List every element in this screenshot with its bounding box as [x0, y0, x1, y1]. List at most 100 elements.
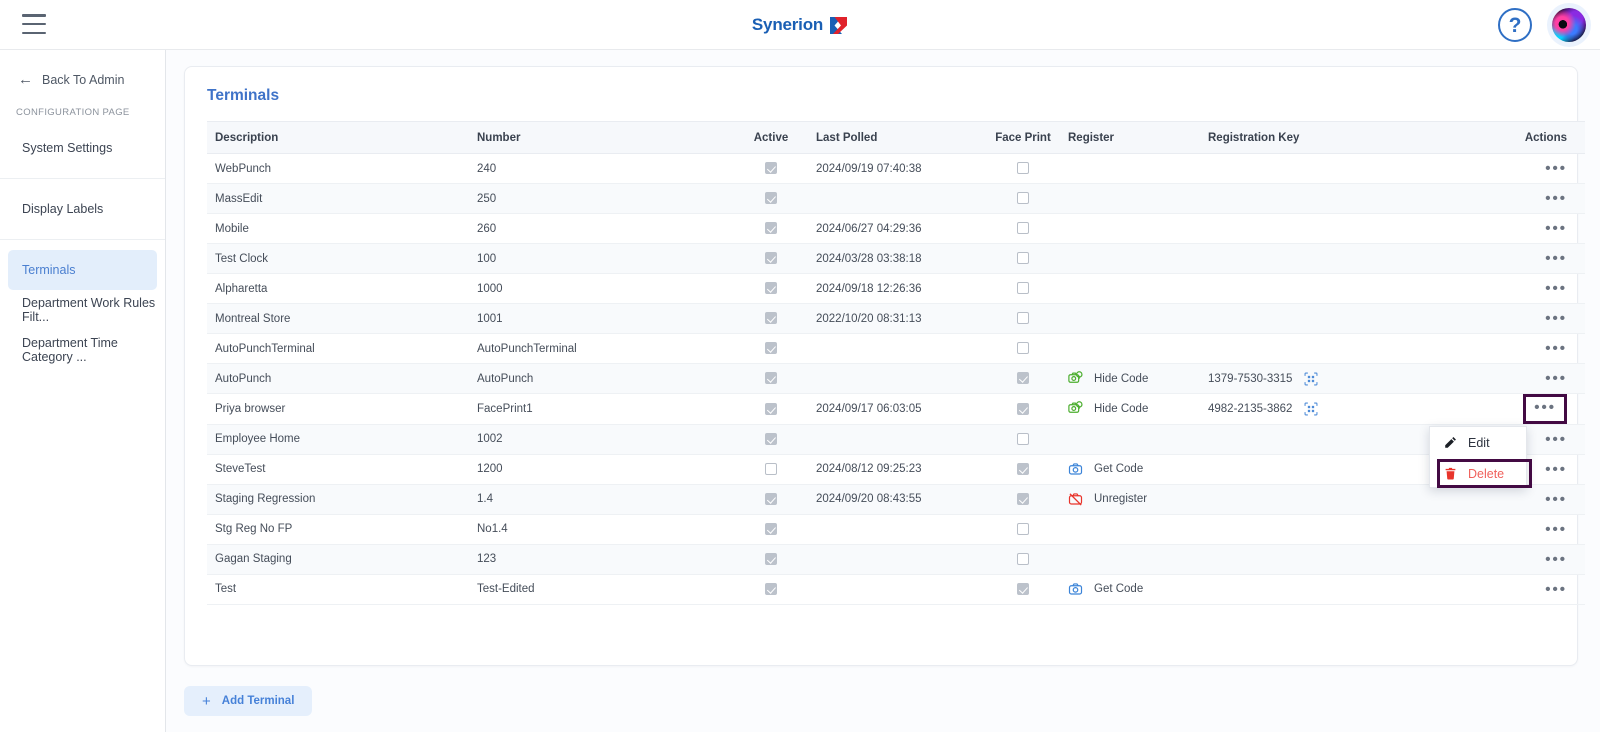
- row-actions-button[interactable]: •••: [1545, 522, 1567, 537]
- face-print-checkbox[interactable]: [1017, 522, 1029, 535]
- camera-blue-icon[interactable]: [1068, 582, 1083, 597]
- table-row[interactable]: Priya browser FacePrint1 2024/09/17 06:03:…: [207, 393, 1585, 425]
- face-print-checkbox[interactable]: [1017, 312, 1029, 325]
- sidebar-item-system-settings[interactable]: System Settings: [0, 128, 165, 168]
- active-checkbox[interactable]: [765, 222, 777, 235]
- cell-registration-key: [1200, 424, 1415, 455]
- active-checkbox[interactable]: [765, 492, 777, 505]
- active-checkbox[interactable]: [765, 552, 777, 565]
- back-to-admin-link[interactable]: ← Back To Admin: [0, 50, 165, 87]
- row-actions-menu[interactable]: Edit Delete: [1429, 426, 1527, 488]
- sidebar-item-terminals[interactable]: Terminals: [8, 250, 157, 290]
- active-checkbox[interactable]: [765, 192, 777, 205]
- menu-item-edit[interactable]: Edit: [1430, 427, 1526, 458]
- face-print-checkbox[interactable]: [1017, 252, 1029, 265]
- active-checkbox[interactable]: [765, 402, 777, 415]
- table-row[interactable]: AutoPunch AutoPunch Hide Code 1379-7530-331…: [207, 363, 1585, 394]
- table-row[interactable]: Mobile 260 2024/06/27 04:29:36 •••: [207, 213, 1585, 244]
- cell-registration-key: [1200, 514, 1415, 545]
- help-icon[interactable]: ?: [1498, 8, 1532, 42]
- face-print-checkbox[interactable]: [1017, 462, 1029, 475]
- face-print-checkbox[interactable]: [1017, 582, 1029, 595]
- row-actions-button[interactable]: •••: [1545, 552, 1567, 567]
- face-print-checkbox[interactable]: [1017, 222, 1029, 235]
- row-actions-button[interactable]: •••: [1545, 462, 1567, 477]
- sidebar-item-display-labels[interactable]: Display Labels: [0, 189, 165, 229]
- row-actions-button[interactable]: •••: [1545, 161, 1567, 176]
- table-row[interactable]: WebPunch 240 2024/09/19 07:40:38 •••: [207, 153, 1585, 184]
- qr-code-icon[interactable]: [1304, 372, 1318, 386]
- face-print-checkbox[interactable]: [1017, 342, 1029, 355]
- active-checkbox[interactable]: [765, 432, 777, 445]
- active-checkbox[interactable]: [765, 312, 777, 325]
- register-label[interactable]: Unregister: [1094, 493, 1147, 505]
- add-terminal-button[interactable]: + Add Terminal: [184, 686, 313, 716]
- sidebar-item-department-time-category[interactable]: Department Time Category ...: [0, 330, 165, 370]
- register-label[interactable]: Get Code: [1094, 583, 1143, 595]
- active-checkbox[interactable]: [765, 582, 777, 595]
- table-row[interactable]: MassEdit 250 •••: [207, 183, 1585, 214]
- row-actions-button[interactable]: •••: [1545, 251, 1567, 266]
- camera-green-icon[interactable]: [1068, 371, 1083, 386]
- face-print-checkbox[interactable]: [1017, 162, 1029, 175]
- active-checkbox[interactable]: [765, 522, 777, 535]
- register-label[interactable]: Hide Code: [1094, 373, 1148, 385]
- row-actions-button[interactable]: •••: [1545, 281, 1567, 296]
- column-header-face-print[interactable]: Face Print: [986, 121, 1060, 154]
- row-actions-button[interactable]: •••: [1545, 492, 1567, 507]
- table-row[interactable]: Test Clock 100 2024/03/28 03:38:18 •••: [207, 243, 1585, 274]
- hamburger-icon[interactable]: [22, 14, 46, 34]
- active-checkbox[interactable]: [765, 282, 777, 295]
- column-header-last-polled[interactable]: Last Polled: [808, 121, 986, 154]
- table-row[interactable]: AutoPunchTerminal AutoPunchTerminal •••: [207, 333, 1585, 364]
- cell-register: [1060, 544, 1200, 575]
- row-actions-button[interactable]: •••: [1545, 371, 1567, 386]
- qr-code-icon[interactable]: [1304, 402, 1318, 416]
- face-print-checkbox[interactable]: [1017, 282, 1029, 295]
- column-header-description[interactable]: Description: [207, 121, 469, 154]
- table-row[interactable]: Staging Regression 1.4 2024/09/20 08:43:55…: [207, 484, 1585, 515]
- avatar[interactable]: [1552, 8, 1586, 42]
- table-row[interactable]: Gagan Staging 123 •••: [207, 544, 1585, 575]
- register-label[interactable]: Hide Code: [1094, 403, 1148, 415]
- row-actions-button[interactable]: •••: [1545, 221, 1567, 236]
- row-actions-button[interactable]: •••: [1545, 311, 1567, 326]
- column-header-active[interactable]: Active: [734, 121, 808, 154]
- table-row[interactable]: Employee Home 1002 •••: [207, 424, 1585, 455]
- table-row[interactable]: Stg Reg No FP No1.4 •••: [207, 514, 1585, 545]
- face-print-checkbox[interactable]: [1017, 192, 1029, 205]
- active-checkbox[interactable]: [765, 162, 777, 175]
- sidebar-item-department-work-rules[interactable]: Department Work Rules Filt...: [0, 290, 165, 330]
- cell-number: AutoPunch: [469, 363, 734, 394]
- column-header-number[interactable]: Number: [469, 121, 734, 154]
- face-print-checkbox[interactable]: [1017, 552, 1029, 565]
- cell-number: AutoPunchTerminal: [469, 333, 734, 364]
- camera-blue-icon[interactable]: [1068, 462, 1083, 477]
- row-actions-button[interactable]: •••: [1545, 341, 1567, 356]
- cell-face-print: [986, 183, 1060, 214]
- column-header-registration-key[interactable]: Registration Key: [1200, 121, 1415, 154]
- cell-registration-key: [1200, 454, 1415, 485]
- face-print-checkbox[interactable]: [1017, 492, 1029, 505]
- table-row[interactable]: Montreal Store 1001 2022/10/20 08:31:13 •••: [207, 303, 1585, 334]
- row-actions-button[interactable]: •••: [1545, 191, 1567, 206]
- active-checkbox[interactable]: [765, 342, 777, 355]
- face-print-checkbox[interactable]: [1017, 432, 1029, 445]
- column-header-register[interactable]: Register: [1060, 121, 1200, 154]
- row-actions-button[interactable]: •••: [1545, 582, 1567, 597]
- table-row[interactable]: Test Test-Edited Get Code •••: [207, 574, 1585, 605]
- camera-off-red-icon[interactable]: [1068, 492, 1083, 507]
- table-row[interactable]: SteveTest 1200 2024/08/12 09:25:23 Get Code…: [207, 454, 1585, 485]
- face-print-checkbox[interactable]: [1017, 402, 1029, 415]
- table-row[interactable]: Alpharetta 1000 2024/09/18 12:26:36 •••: [207, 273, 1585, 304]
- column-header-actions[interactable]: Actions: [1415, 121, 1585, 154]
- active-checkbox[interactable]: [765, 462, 777, 475]
- menu-item-delete[interactable]: Delete: [1430, 458, 1526, 489]
- row-actions-button[interactable]: •••: [1534, 400, 1556, 415]
- register-label[interactable]: Get Code: [1094, 463, 1143, 475]
- camera-green-icon[interactable]: [1068, 401, 1083, 416]
- active-checkbox[interactable]: [765, 252, 777, 265]
- active-checkbox[interactable]: [765, 372, 777, 385]
- row-actions-button[interactable]: •••: [1545, 432, 1567, 447]
- face-print-checkbox[interactable]: [1017, 372, 1029, 385]
